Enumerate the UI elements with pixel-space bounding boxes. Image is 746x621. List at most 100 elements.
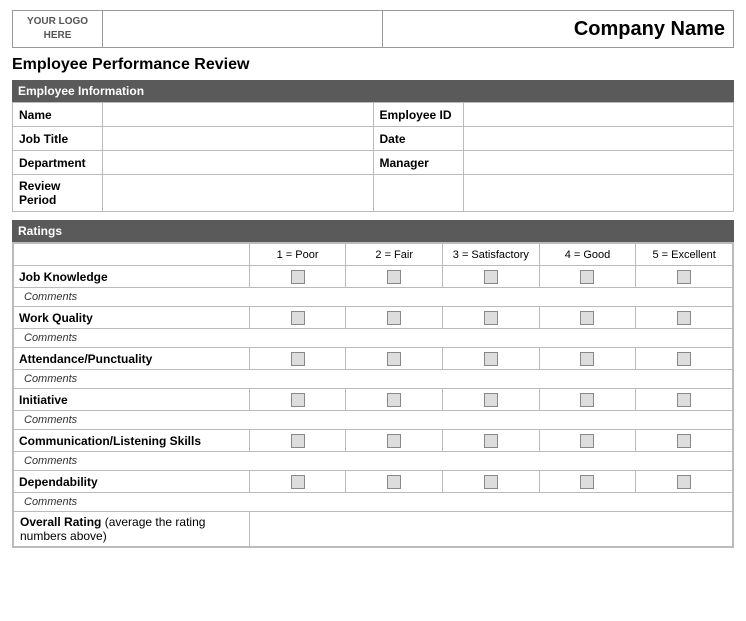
checkbox-wq-2[interactable] bbox=[387, 311, 401, 325]
cb-in-1[interactable] bbox=[249, 389, 346, 411]
cb-ap-2[interactable] bbox=[346, 348, 443, 370]
cb-ap-4[interactable] bbox=[539, 348, 636, 370]
cb-wq-5[interactable] bbox=[636, 307, 733, 329]
employee-info-table: Name Employee ID Job Title Date Departme… bbox=[12, 102, 734, 212]
comments-cl[interactable]: Comments bbox=[14, 452, 733, 471]
comments-in[interactable]: Comments bbox=[14, 411, 733, 430]
cb-jk-3[interactable] bbox=[443, 266, 540, 288]
cb-in-2[interactable] bbox=[346, 389, 443, 411]
header-table: YOUR LOGO HERE Company Name bbox=[12, 10, 734, 48]
ratings-outer: 1 = Poor 2 = Fair 3 = Satisfactory 4 = G… bbox=[12, 242, 734, 548]
row-attendance: Attendance/Punctuality bbox=[14, 348, 733, 370]
comments-ap[interactable]: Comments bbox=[14, 370, 733, 389]
cb-wq-4[interactable] bbox=[539, 307, 636, 329]
label-job-title: Job Title bbox=[13, 127, 103, 151]
cb-cl-1[interactable] bbox=[249, 430, 346, 452]
label-overall-rating: Overall Rating (average the rating numbe… bbox=[14, 512, 250, 547]
cb-jk-5[interactable] bbox=[636, 266, 733, 288]
cb-dep-5[interactable] bbox=[636, 471, 733, 493]
checkbox-in-1[interactable] bbox=[291, 393, 305, 407]
checkbox-dep-3[interactable] bbox=[484, 475, 498, 489]
checkbox-dep-1[interactable] bbox=[291, 475, 305, 489]
cb-cl-5[interactable] bbox=[636, 430, 733, 452]
checkbox-wq-1[interactable] bbox=[291, 311, 305, 325]
label-dependability: Dependability bbox=[14, 471, 250, 493]
checkbox-dep-2[interactable] bbox=[387, 475, 401, 489]
cb-dep-2[interactable] bbox=[346, 471, 443, 493]
comments-dep[interactable]: Comments bbox=[14, 493, 733, 512]
checkbox-jk-5[interactable] bbox=[677, 270, 691, 284]
col-header-2: 2 = Fair bbox=[346, 244, 443, 266]
cb-ap-3[interactable] bbox=[443, 348, 540, 370]
header-middle bbox=[103, 11, 383, 48]
comments-row-dependability: Comments bbox=[14, 493, 733, 512]
checkbox-jk-1[interactable] bbox=[291, 270, 305, 284]
checkbox-wq-4[interactable] bbox=[580, 311, 594, 325]
value-review-period[interactable] bbox=[103, 175, 373, 212]
cb-dep-1[interactable] bbox=[249, 471, 346, 493]
value-manager[interactable] bbox=[463, 151, 733, 175]
label-name: Name bbox=[13, 103, 103, 127]
checkbox-wq-3[interactable] bbox=[484, 311, 498, 325]
value-name[interactable] bbox=[103, 103, 373, 127]
value-job-title[interactable] bbox=[103, 127, 373, 151]
cb-jk-1[interactable] bbox=[249, 266, 346, 288]
cb-cl-3[interactable] bbox=[443, 430, 540, 452]
cb-dep-4[interactable] bbox=[539, 471, 636, 493]
checkbox-ap-5[interactable] bbox=[677, 352, 691, 366]
row-communication: Communication/Listening Skills bbox=[14, 430, 733, 452]
comments-wq[interactable]: Comments bbox=[14, 329, 733, 348]
checkbox-jk-3[interactable] bbox=[484, 270, 498, 284]
label-employee-id: Employee ID bbox=[373, 103, 463, 127]
checkbox-ap-4[interactable] bbox=[580, 352, 594, 366]
info-row-jobtitle: Job Title Date bbox=[13, 127, 734, 151]
cb-jk-2[interactable] bbox=[346, 266, 443, 288]
checkbox-dep-4[interactable] bbox=[580, 475, 594, 489]
comments-row-communication: Comments bbox=[14, 452, 733, 471]
cb-in-5[interactable] bbox=[636, 389, 733, 411]
cb-ap-1[interactable] bbox=[249, 348, 346, 370]
cb-cl-2[interactable] bbox=[346, 430, 443, 452]
checkbox-in-5[interactable] bbox=[677, 393, 691, 407]
label-initiative: Initiative bbox=[14, 389, 250, 411]
checkbox-dep-5[interactable] bbox=[677, 475, 691, 489]
cb-jk-4[interactable] bbox=[539, 266, 636, 288]
value-employee-id[interactable] bbox=[463, 103, 733, 127]
comments-row-initiative: Comments bbox=[14, 411, 733, 430]
label-date: Date bbox=[373, 127, 463, 151]
cb-cl-4[interactable] bbox=[539, 430, 636, 452]
checkbox-cl-2[interactable] bbox=[387, 434, 401, 448]
checkbox-ap-1[interactable] bbox=[291, 352, 305, 366]
checkbox-in-4[interactable] bbox=[580, 393, 594, 407]
checkbox-in-2[interactable] bbox=[387, 393, 401, 407]
col-header-empty bbox=[14, 244, 250, 266]
cb-in-3[interactable] bbox=[443, 389, 540, 411]
page: YOUR LOGO HERE Company Name Employee Per… bbox=[0, 0, 746, 558]
cb-wq-3[interactable] bbox=[443, 307, 540, 329]
value-department[interactable] bbox=[103, 151, 373, 175]
checkbox-wq-5[interactable] bbox=[677, 311, 691, 325]
comments-jk[interactable]: Comments bbox=[14, 288, 733, 307]
cb-wq-1[interactable] bbox=[249, 307, 346, 329]
comments-row-work-quality: Comments bbox=[14, 329, 733, 348]
ratings-header: Ratings bbox=[12, 220, 734, 242]
value-overall[interactable] bbox=[249, 512, 732, 547]
checkbox-cl-3[interactable] bbox=[484, 434, 498, 448]
label-job-knowledge: Job Knowledge bbox=[14, 266, 250, 288]
cb-in-4[interactable] bbox=[539, 389, 636, 411]
checkbox-ap-2[interactable] bbox=[387, 352, 401, 366]
checkbox-cl-1[interactable] bbox=[291, 434, 305, 448]
checkbox-cl-4[interactable] bbox=[580, 434, 594, 448]
label-communication: Communication/Listening Skills bbox=[14, 430, 250, 452]
comments-row-attendance: Comments bbox=[14, 370, 733, 389]
cb-dep-3[interactable] bbox=[443, 471, 540, 493]
checkbox-cl-5[interactable] bbox=[677, 434, 691, 448]
company-name: Company Name bbox=[383, 11, 734, 48]
value-date[interactable] bbox=[463, 127, 733, 151]
checkbox-in-3[interactable] bbox=[484, 393, 498, 407]
cb-wq-2[interactable] bbox=[346, 307, 443, 329]
cb-ap-5[interactable] bbox=[636, 348, 733, 370]
checkbox-ap-3[interactable] bbox=[484, 352, 498, 366]
checkbox-jk-4[interactable] bbox=[580, 270, 594, 284]
checkbox-jk-2[interactable] bbox=[387, 270, 401, 284]
